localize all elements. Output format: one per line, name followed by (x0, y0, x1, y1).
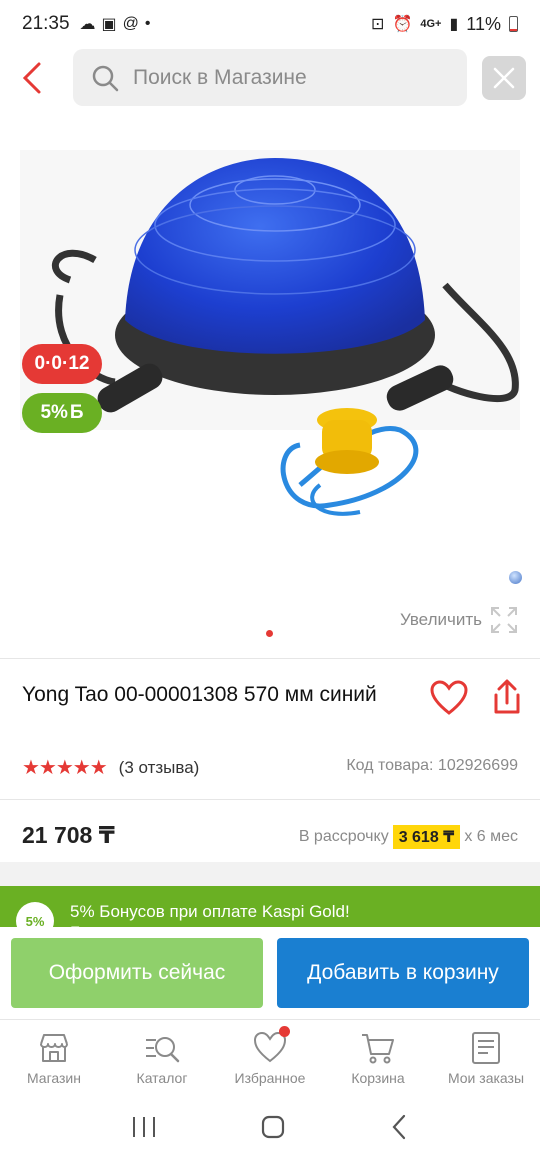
tab-store-label: Магазин (26, 1070, 81, 1086)
tab-orders-label: Мои заказы (447, 1070, 525, 1086)
product-price: 21 708 ₸ (22, 822, 115, 848)
product-title: Yong Tao 00-00001308 570 мм синий (22, 683, 377, 706)
tab-cart[interactable]: Корзина (324, 1020, 432, 1095)
signal-icon: ▮ (449, 16, 459, 33)
dot-icon: • (144, 15, 151, 32)
catalog-icon (146, 1037, 180, 1063)
search-row: Поиск в Магазине (0, 48, 540, 108)
installment-info[interactable]: В рассрочку 3 618 ₸ x 6 мес (299, 825, 518, 849)
favorite-button[interactable] (430, 680, 468, 716)
carousel-page-indicator (266, 630, 273, 637)
zoom-button[interactable]: Увеличить (400, 606, 518, 634)
back-nav-icon[interactable] (389, 1114, 409, 1140)
bottom-tab-bar: Магазин Каталог Избранное Корзина Мои за… (0, 1019, 540, 1095)
battery-label: 11% (466, 13, 501, 34)
heart-icon (430, 680, 468, 715)
status-bar: 21:35 ☁ ▣ @ • ⊡ ⏰ 4G+ ▮ 11% (0, 0, 540, 48)
search-input[interactable]: Поиск в Магазине (73, 49, 467, 106)
lock-icon: ⊡ (371, 16, 385, 33)
bonus-badge: 5% Б (22, 393, 102, 433)
tab-catalog-label: Каталог (136, 1070, 188, 1086)
checkout-now-button[interactable]: Оформить сейчас (11, 938, 263, 1008)
rating[interactable]: ★★★★★ (3 отзыва) (22, 755, 199, 780)
tab-favorites-label: Избранное (234, 1070, 306, 1086)
favorites-notification-dot (279, 1026, 290, 1037)
share-button[interactable] (493, 679, 521, 715)
search-placeholder: Поиск в Магазине (133, 65, 307, 89)
balance-ball-image (20, 150, 520, 516)
status-time: 21:35 (22, 13, 70, 34)
action-bar: Оформить сейчас Добавить в корзину (0, 927, 540, 1019)
zoom-label: Увеличить (400, 610, 482, 629)
tab-store[interactable]: Магазин (0, 1020, 108, 1095)
orders-icon (472, 1032, 500, 1064)
tab-orders[interactable]: Мои заказы (432, 1020, 540, 1095)
installment-suffix: x 6 мес (464, 828, 518, 845)
cloud-icon: ☁ (79, 16, 96, 33)
tab-favorites[interactable]: Избранное (216, 1020, 324, 1095)
alarm-icon: ⏰ (392, 16, 413, 33)
rating-stars: ★★★★★ (22, 757, 108, 779)
product-sku: Код товара: 102926699 (346, 757, 518, 774)
back-button[interactable] (14, 56, 50, 100)
bonus-badge-percent: 5% (40, 402, 68, 423)
reviews-count[interactable]: (3 отзыва) (119, 758, 200, 778)
installment-prefix: В рассрочку (298, 828, 389, 845)
store-icon (40, 1034, 68, 1062)
recent-apps-icon[interactable] (131, 1115, 157, 1139)
timer-badge: 0·0·12 (22, 344, 102, 384)
cart-icon (362, 1034, 394, 1064)
close-icon (493, 67, 515, 89)
product-image[interactable] (0, 120, 540, 650)
expand-icon (491, 607, 517, 633)
bonus-banner-text: 5% Бонусов при оплате Kaspi Gold! (70, 902, 350, 921)
battery-icon (509, 16, 518, 32)
at-icon: @ (122, 15, 139, 32)
network-label: 4G+ (420, 18, 442, 30)
status-right: ⊡ ⏰ 4G+ ▮ 11% (371, 14, 518, 35)
status-left-icons: ☁ ▣ @ • (80, 14, 151, 34)
add-to-cart-button[interactable]: Добавить в корзину (277, 938, 529, 1008)
divider (0, 658, 540, 659)
image-thumbnail-dot[interactable] (509, 571, 522, 584)
system-nav-bar (0, 1095, 540, 1158)
close-search-button[interactable] (482, 56, 526, 100)
back-arrow-icon (22, 62, 41, 94)
home-icon[interactable] (260, 1114, 286, 1140)
installment-amount: 3 618 ₸ (392, 825, 461, 849)
search-icon (92, 65, 119, 91)
tab-catalog[interactable]: Каталог (108, 1020, 216, 1095)
tab-cart-label: Корзина (351, 1070, 405, 1086)
share-icon (494, 679, 520, 714)
bonus-badge-unit: Б (69, 402, 84, 423)
divider (0, 799, 540, 800)
section-separator (0, 862, 540, 886)
image-icon: ▣ (101, 16, 117, 33)
